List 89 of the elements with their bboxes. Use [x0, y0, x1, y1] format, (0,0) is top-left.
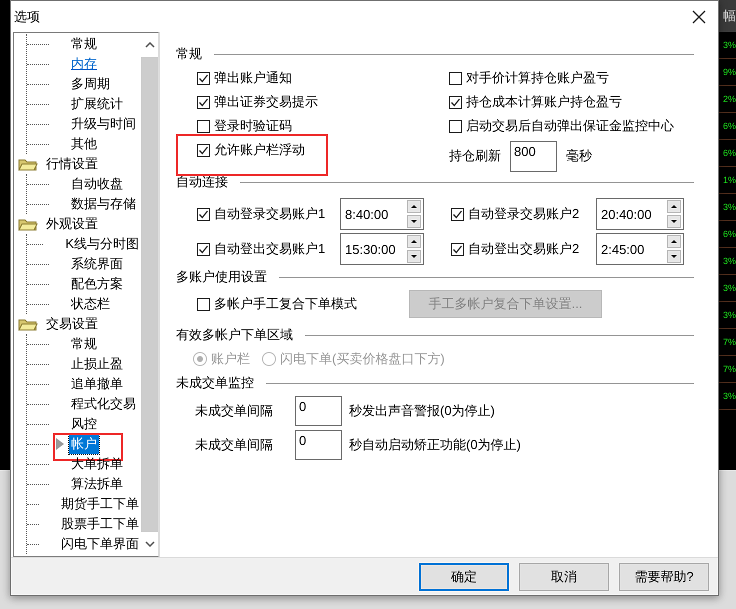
tree-item[interactable]: 风控 [69, 414, 99, 434]
section-title: 自动连接 [176, 173, 228, 191]
field-label: 未成交单间隔 [195, 436, 274, 454]
spin-up-icon[interactable] [667, 200, 681, 213]
input-field[interactable]: 0 [295, 430, 342, 460]
tree-item[interactable]: 闪电下单界面 [59, 534, 141, 554]
tree-item[interactable]: 数据与存储 [69, 194, 138, 214]
checkbox[interactable] [449, 72, 462, 84]
radio-label: 闪电下单(买卖价格盘口下方) [280, 350, 445, 368]
tree-item[interactable]: 止损止盈 [69, 354, 125, 374]
close-icon[interactable] [692, 10, 706, 24]
checkbox[interactable] [197, 208, 210, 220]
tree-item[interactable]: 内存 [69, 54, 99, 74]
field-hint: 秒发出声音警报(0为停止) [349, 402, 496, 420]
tree-folder[interactable]: 外观设置 [46, 215, 98, 233]
checkbox-label: 弹出账户通知 [214, 69, 292, 87]
scroll-up-icon[interactable] [144, 42, 154, 48]
checkbox-label: 弹出证券交易提示 [214, 93, 318, 111]
folder-icon[interactable] [18, 217, 38, 231]
tree-folder[interactable]: 行情设置 [46, 155, 98, 173]
spin-down-icon[interactable] [667, 215, 681, 228]
checkbox[interactable] [197, 298, 210, 310]
tree-item[interactable]: 状态栏 [69, 294, 112, 314]
tree-item[interactable]: 追单撤单 [69, 374, 125, 394]
folder-icon[interactable] [18, 157, 38, 171]
checkbox[interactable] [197, 242, 210, 256]
dialog-button[interactable]: 需要帮助? [619, 562, 709, 590]
time-spinner[interactable]: 2:45:00 [596, 233, 684, 265]
checkbox-label: 自动登录交易账户2 [468, 205, 580, 223]
checkbox-label: 启动交易后自动弹出保证金监控中心 [466, 117, 674, 135]
checkbox-label: 允许账户栏浮动 [214, 141, 305, 159]
checkbox-label: 对手价计算持仓账户盈亏 [466, 69, 609, 87]
time-spinner[interactable]: 8:40:00 [340, 198, 424, 230]
tree-item[interactable]: 配色方案 [69, 274, 125, 294]
checkbox[interactable] [197, 72, 210, 84]
dialog-button[interactable]: 取消 [519, 562, 609, 590]
spin-down-icon[interactable] [407, 250, 421, 263]
spin-up-icon[interactable] [407, 200, 421, 213]
tree-item[interactable]: 常规 [69, 334, 99, 354]
dialog-button[interactable]: 确定 [419, 562, 509, 590]
checkbox[interactable] [197, 144, 210, 156]
checkbox[interactable] [451, 208, 464, 220]
input-field[interactable]: 0 [295, 396, 342, 426]
checkbox-label: 自动登出交易账户1 [214, 240, 326, 258]
checkbox[interactable] [451, 242, 464, 256]
spin-down-icon[interactable] [407, 215, 421, 228]
pointer-icon [56, 438, 64, 450]
checkbox-label: 登录时验证码 [214, 117, 292, 135]
unit-label: 毫秒 [566, 147, 592, 165]
checkbox[interactable] [449, 120, 462, 132]
tree-folder[interactable]: 交易设置 [46, 315, 98, 333]
field-label: 持仓刷新 [449, 147, 501, 165]
field-hint: 秒自动启动矫正功能(0为停止) [349, 436, 522, 454]
tree-item[interactable]: 多周期 [69, 74, 112, 94]
tree-item[interactable]: 自动收盘 [69, 174, 125, 194]
tree-item[interactable]: K线与分时图 [63, 234, 141, 254]
checkbox[interactable] [449, 96, 462, 108]
checkbox[interactable] [197, 120, 210, 132]
tree-item[interactable]: 升级与时间 [69, 114, 138, 134]
spin-up-icon[interactable] [407, 235, 421, 248]
spin-up-icon[interactable] [667, 235, 681, 248]
input-field[interactable]: 800 [510, 140, 557, 172]
tree-item[interactable]: 常规 [69, 34, 99, 54]
tree-item[interactable]: 算法拆单 [69, 474, 125, 494]
field-label: 未成交单间隔 [195, 402, 274, 420]
checkbox-label: 自动登出交易账户2 [468, 240, 580, 258]
checkbox-label: 持仓成本计算账户持仓盈亏 [466, 93, 622, 111]
window-title: 选项 [14, 8, 40, 26]
scroll-down-icon[interactable] [144, 541, 154, 547]
checkbox[interactable] [197, 96, 210, 108]
tree-item[interactable]: 程式化交易 [69, 394, 138, 414]
section-title: 常规 [176, 45, 202, 63]
tree-item[interactable]: 扩展统计 [69, 94, 125, 114]
checkbox-label: 多帐户手工复合下单模式 [214, 295, 357, 313]
tree-item[interactable]: 股票手工下单 [59, 514, 141, 534]
section-title: 有效多帐户下单区域 [176, 326, 293, 344]
tree-item[interactable]: 其他 [69, 134, 99, 154]
time-spinner[interactable]: 15:30:00 [340, 233, 424, 265]
checkbox-label: 自动登录交易账户1 [214, 205, 326, 223]
tree-item[interactable]: 系统界面 [69, 254, 125, 274]
section-title: 未成交单监控 [176, 374, 254, 392]
tree-item[interactable]: 帐户 [69, 434, 99, 454]
section-title: 多账户使用设置 [176, 268, 267, 286]
spin-down-icon[interactable] [667, 250, 681, 263]
column-header: 幅 [719, 0, 736, 32]
tree-item[interactable]: 期货手工下单 [59, 494, 141, 514]
time-spinner[interactable]: 20:40:00 [596, 198, 684, 230]
folder-icon[interactable] [18, 317, 38, 331]
radio-label: 账户栏 [211, 350, 250, 368]
